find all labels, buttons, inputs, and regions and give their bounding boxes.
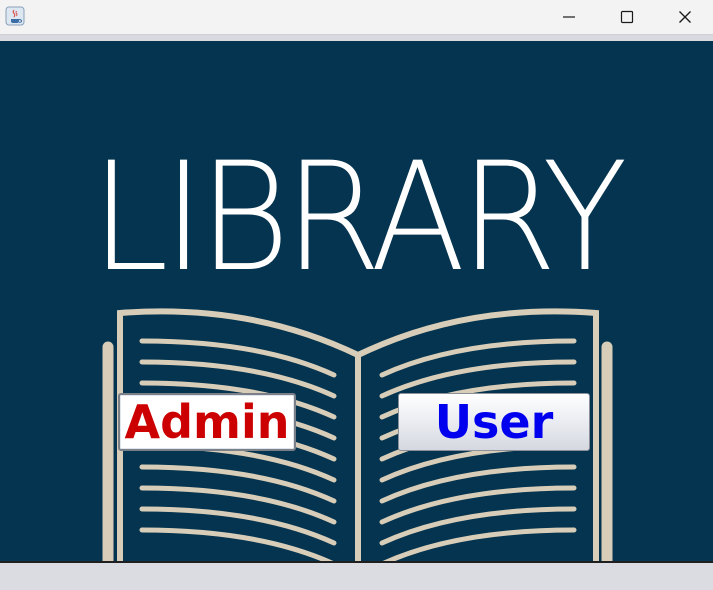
maximize-button[interactable] (598, 0, 656, 34)
user-button[interactable]: User (398, 393, 590, 451)
minimize-button[interactable] (540, 0, 598, 34)
application-window: LIBRARY Admin User (0, 0, 713, 590)
java-app-icon (5, 6, 25, 26)
library-title: LIBRARY (90, 131, 628, 305)
minimize-icon (563, 16, 575, 18)
maximize-icon (620, 10, 634, 24)
title-bar[interactable] (0, 0, 713, 35)
close-button[interactable] (656, 0, 713, 34)
close-icon (679, 11, 691, 23)
bottom-strip (0, 561, 713, 590)
admin-button[interactable]: Admin (118, 393, 296, 451)
main-panel: LIBRARY Admin User (0, 41, 713, 561)
